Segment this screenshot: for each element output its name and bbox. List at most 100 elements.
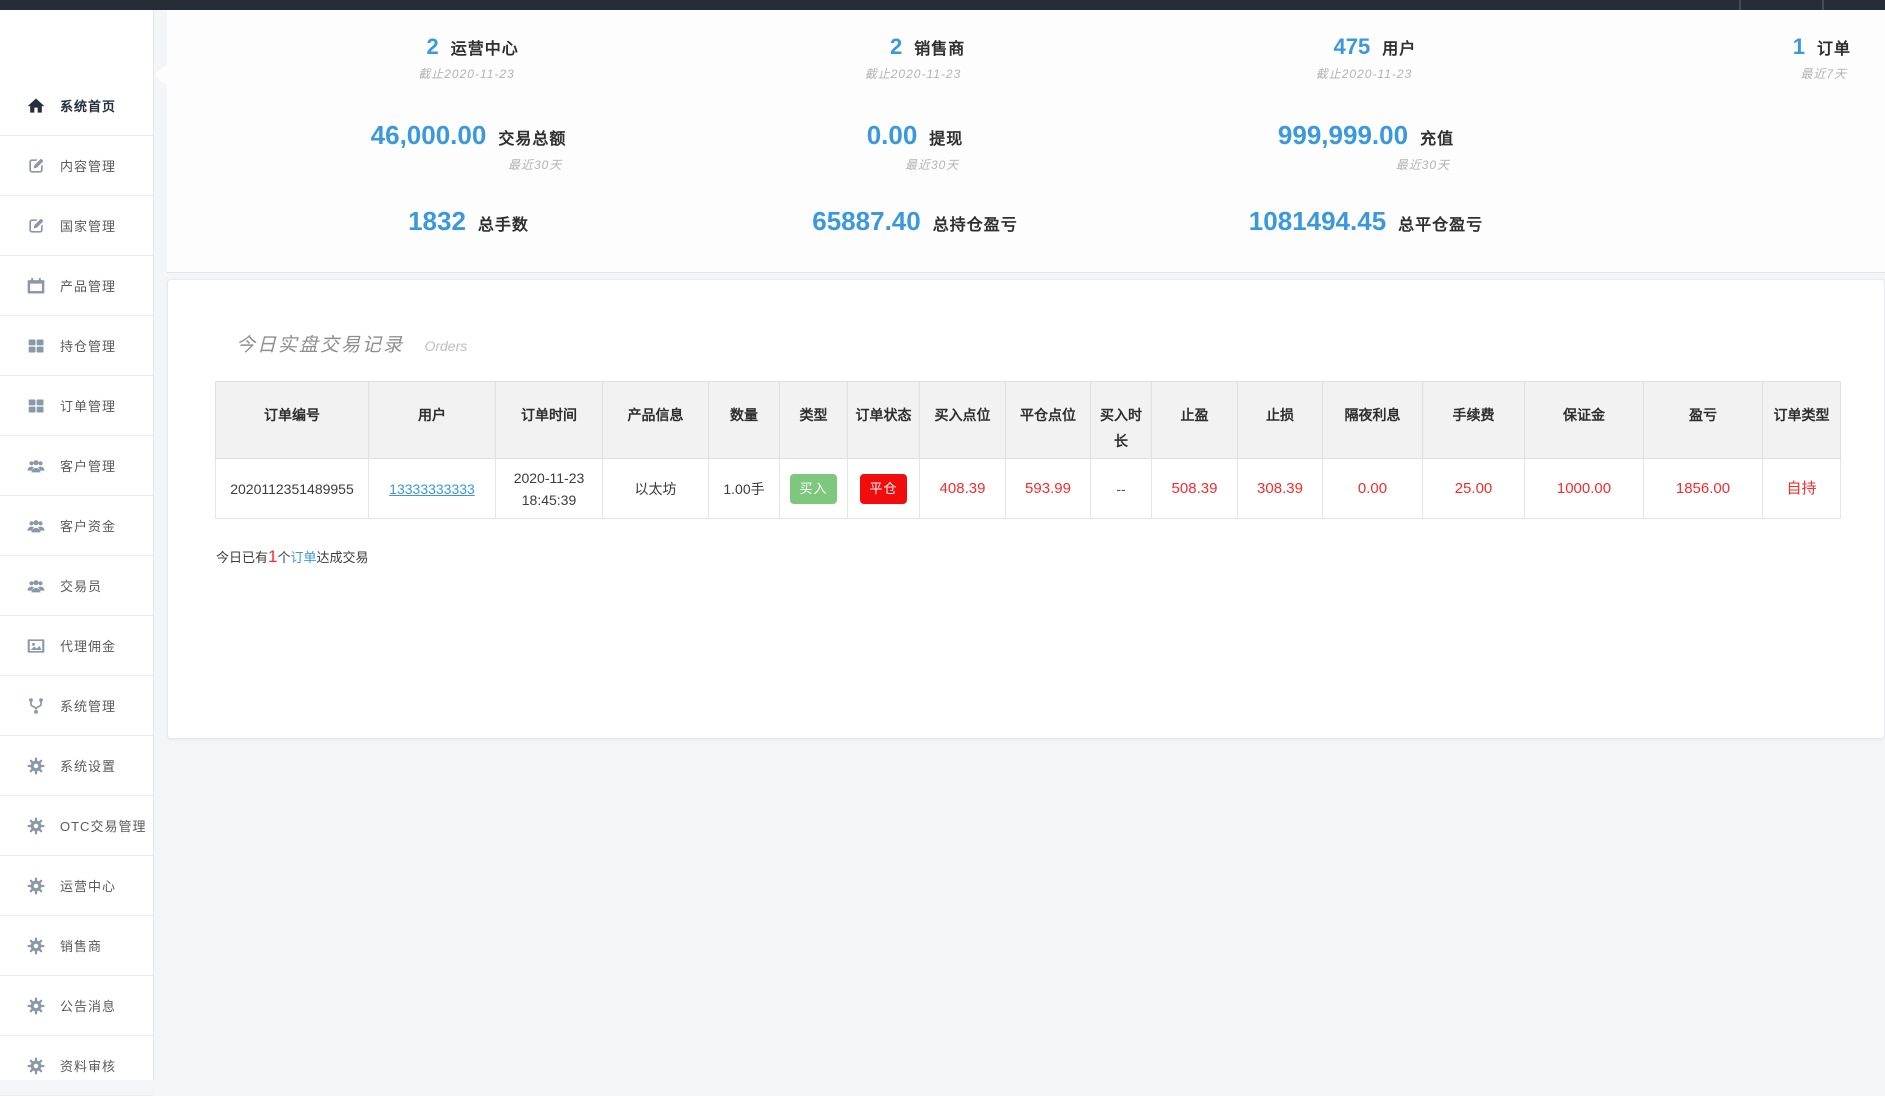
sidebar-item-product[interactable]: 产品管理 <box>0 256 153 316</box>
stat-value: 475 <box>1334 34 1371 60</box>
gear-icon <box>26 936 46 956</box>
col-header-profit: 盈亏 <box>1644 382 1763 459</box>
stat-label: 交易总额 <box>498 125 566 149</box>
summary-mid: 个 <box>277 550 290 565</box>
closed-badge: 平仓 <box>860 474 906 504</box>
sidebar-item-label: 代理佣金 <box>60 636 116 655</box>
sidebar-item-trader[interactable]: 交易员 <box>0 556 153 616</box>
col-header-margin: 保证金 <box>1525 382 1644 459</box>
sidebar-item-label: 客户资金 <box>60 516 116 535</box>
col-header-status: 订单状态 <box>848 382 920 459</box>
stat-value: 2 <box>890 34 902 60</box>
cell-profit: 1856.00 <box>1644 459 1763 519</box>
summary-prefix: 今日已有 <box>216 550 268 565</box>
stat-value: 1 <box>1793 34 1805 60</box>
table-row: 2020112351489955 13333333333 2020-11-23 … <box>216 459 1841 519</box>
top-bar <box>0 0 1885 10</box>
sidebar-item-seller[interactable]: 销售商 <box>0 916 153 976</box>
stat-subtitle: 最近30天 <box>371 156 567 173</box>
edit-icon <box>26 156 46 176</box>
col-header-close-point: 平仓点位 <box>1006 382 1091 459</box>
stat-orders: 1 订单 最近7天 <box>1602 34 1885 120</box>
sidebar-item-label: 系统设置 <box>60 756 116 775</box>
card-title-subtext: Orders <box>424 338 467 354</box>
cell-order-time: 2020-11-23 18:45:39 <box>496 459 603 519</box>
stat-value: 1081494.45 <box>1249 206 1386 237</box>
sidebar-item-customer-funds[interactable]: 客户资金 <box>0 496 153 556</box>
gear-icon <box>26 996 46 1016</box>
sidebar-item-label: 系统首页 <box>60 96 116 115</box>
cell-status: 平仓 <box>848 459 920 519</box>
stat-subtitle: 截止2020-11-23 <box>865 65 966 82</box>
sidebar-item-home[interactable]: 系统首页 <box>0 76 153 136</box>
branch-icon <box>26 696 46 716</box>
cell-user: 13333333333 <box>369 459 496 519</box>
grid-icon <box>26 396 46 416</box>
sidebar-item-agent-commission[interactable]: 代理佣金 <box>0 616 153 676</box>
cell-order-no: 2020112351489955 <box>216 459 369 519</box>
sidebar-item-country[interactable]: 国家管理 <box>0 196 153 256</box>
stat-label: 用户 <box>1382 35 1416 59</box>
stat-label: 充值 <box>1420 125 1454 149</box>
sidebar-item-label: 持仓管理 <box>60 336 116 355</box>
col-header-take-profit: 止盈 <box>1152 382 1238 459</box>
stat-value: 0.00 <box>867 120 918 151</box>
stat-value: 2 <box>426 34 438 60</box>
cell-quantity: 1.00手 <box>709 459 780 519</box>
cell-margin: 1000.00 <box>1525 459 1644 519</box>
stat-users: 475用户 截止2020-11-23 <box>1130 34 1602 120</box>
users-icon <box>26 456 46 476</box>
col-header-product: 产品信息 <box>603 382 709 459</box>
stat-value: 46,000.00 <box>371 120 487 151</box>
stat-empty <box>1602 120 1885 206</box>
orders-summary: 今日已有1个订单达成交易 <box>216 547 1838 567</box>
stat-withdraw: 0.00提现 最近30天 <box>700 120 1130 206</box>
stat-label: 销售商 <box>914 35 965 59</box>
orders-card-title: 今日实盘交易记录 Orders <box>236 330 1838 357</box>
col-header-fee: 手续费 <box>1423 382 1525 459</box>
sidebar-item-ops-center[interactable]: 运营中心 <box>0 856 153 916</box>
summary-order-link[interactable]: 订单 <box>291 550 317 565</box>
orders-card: 今日实盘交易记录 Orders 订单编号 用户 订单时间 产品信息 数量 类型 <box>167 279 1885 739</box>
stat-label: 运营中心 <box>451 35 519 59</box>
sidebar-item-label: 产品管理 <box>60 276 116 295</box>
col-header-buy-point: 买入点位 <box>920 382 1006 459</box>
stat-value: 999,999.00 <box>1278 120 1408 151</box>
sidebar-item-announcement[interactable]: 公告消息 <box>0 976 153 1036</box>
sidebar-item-customer[interactable]: 客户管理 <box>0 436 153 496</box>
stat-open-pnl: 65887.40 总持仓盈亏 <box>700 206 1130 292</box>
topbar-separator <box>1822 0 1824 10</box>
col-header-quantity: 数量 <box>709 382 780 459</box>
user-link[interactable]: 13333333333 <box>389 481 475 497</box>
stat-total-lots: 1832总手数 <box>167 206 700 292</box>
sidebar-item-label: 内容管理 <box>60 156 116 175</box>
stat-closed-pnl: 1081494.45总平仓盈亏 <box>1130 206 1602 292</box>
order-time-clock: 18:45:39 <box>500 489 598 511</box>
stat-value: 65887.40 <box>812 206 920 237</box>
stats-panel: 2 运营中心 截止2020-11-23 2 销售商 截止2020-11-23 475… <box>167 10 1885 273</box>
summary-suffix: 达成交易 <box>317 550 369 565</box>
stat-label: 总持仓盈亏 <box>933 211 1018 235</box>
order-time-date: 2020-11-23 <box>500 467 598 489</box>
stat-subtitle: 最近7天 <box>1793 65 1851 82</box>
sidebar-item-position[interactable]: 持仓管理 <box>0 316 153 376</box>
stat-label: 提现 <box>929 125 963 149</box>
cell-order-type: 自持 <box>1763 459 1841 519</box>
stat-value: 1832 <box>408 206 466 237</box>
gear-icon <box>26 816 46 836</box>
cell-product: 以太坊 <box>603 459 709 519</box>
stat-label: 订单 <box>1817 35 1851 59</box>
sidebar-item-order[interactable]: 订单管理 <box>0 376 153 436</box>
topbar-separator <box>1739 0 1741 10</box>
sidebar-item-label: 系统管理 <box>60 696 116 715</box>
edit-icon <box>26 216 46 236</box>
sidebar-item-system-manage[interactable]: 系统管理 <box>0 676 153 736</box>
sidebar-item-label: OTC交易管理 <box>60 816 146 835</box>
cell-stop-loss: 308.39 <box>1238 459 1323 519</box>
sidebar-item-system-settings[interactable]: 系统设置 <box>0 736 153 796</box>
table-header-row: 订单编号 用户 订单时间 产品信息 数量 类型 订单状态 买入点位 平仓点位 买… <box>216 382 1841 459</box>
sidebar-item-otc[interactable]: OTC交易管理 <box>0 796 153 856</box>
sidebar-item-data-audit[interactable]: 资料审核 <box>0 1036 153 1096</box>
stat-sellers: 2 销售商 截止2020-11-23 <box>700 34 1130 120</box>
sidebar-item-content[interactable]: 内容管理 <box>0 136 153 196</box>
